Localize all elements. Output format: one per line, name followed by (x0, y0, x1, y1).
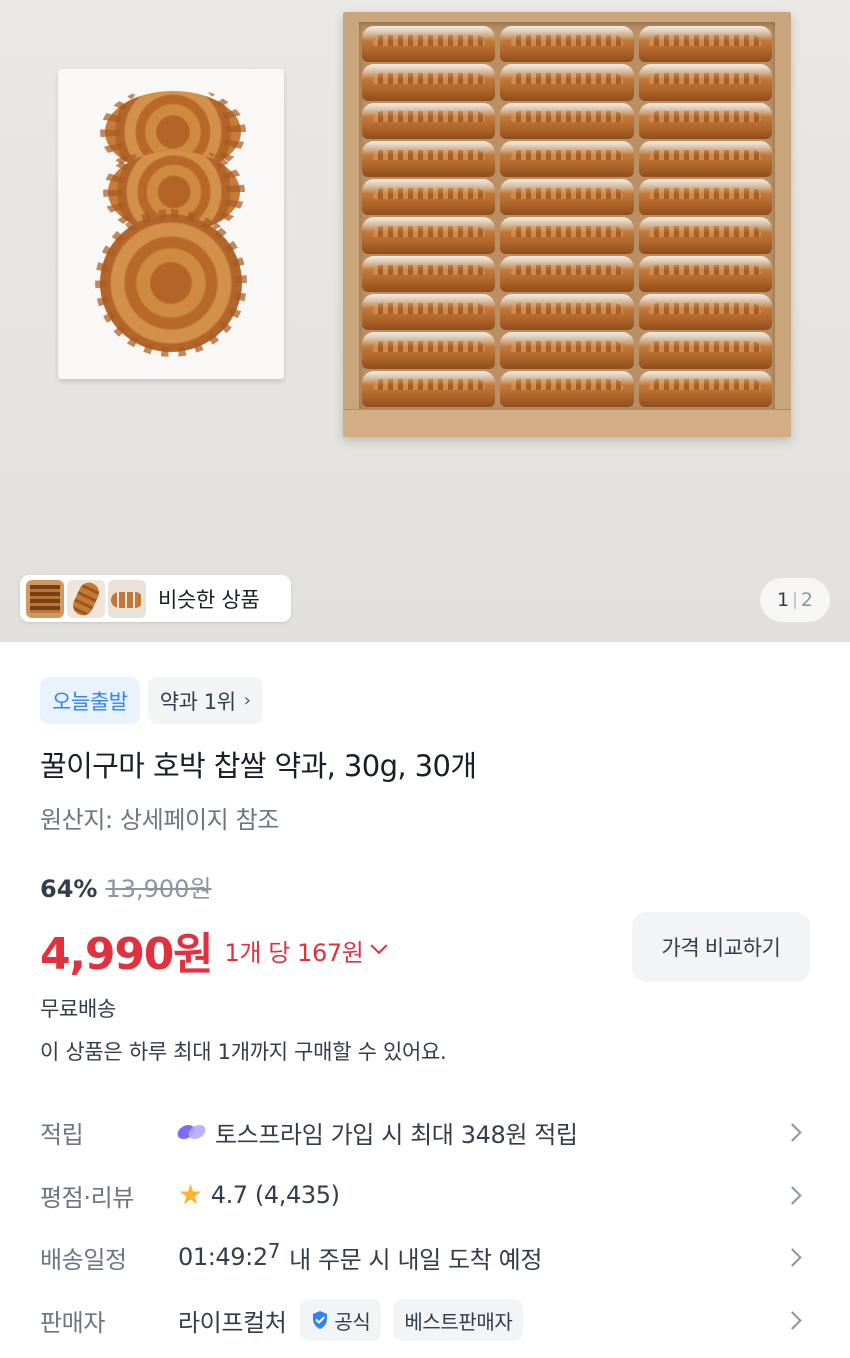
wrapped-yakgwa-pack (500, 102, 634, 139)
wrapped-yakgwa-pack (500, 64, 634, 101)
delivery-countdown: 01:49:2 (178, 1243, 268, 1271)
wrapped-yakgwa-pack (500, 179, 634, 216)
wrapped-yakgwa-pack (500, 217, 634, 254)
wrapped-yakgwa-pack (362, 217, 496, 254)
official-badge: 공식 (300, 1299, 382, 1341)
similar-products-button[interactable]: 비슷한 상품 (20, 575, 291, 622)
star-icon: ★ (178, 1178, 203, 1211)
free-shipping-text: 무료배송 (40, 997, 117, 1021)
product-tags: 오늘출발 약과 1위 › (40, 677, 263, 724)
delivery-row[interactable]: 배송일정 01:49:2 7 내 주문 시 내일 도착 예정 (0, 1229, 850, 1285)
chevron-right-icon: › (243, 690, 251, 711)
chevron-right-icon[interactable] (783, 1122, 802, 1142)
wrapped-yakgwa-pack (500, 26, 634, 63)
wrapped-yakgwa-pack (638, 255, 773, 293)
points-text: 토스프라임 가입 시 최대 348원 적립 (215, 1120, 578, 1149)
rating-row[interactable]: 평점·리뷰 ★ 4.7 (4,435) (0, 1167, 850, 1223)
tag-today-shipping: 오늘출발 (40, 677, 140, 724)
rating-label: 평점·리뷰 (40, 1183, 134, 1212)
image-page-separator: | (792, 590, 798, 610)
rating-value: ★ 4.7 (4,435) (178, 1178, 340, 1211)
tag-label: 오늘출발 (52, 689, 128, 714)
official-badge-label: 공식 (334, 1309, 371, 1334)
delivery-countdown-last-digit: 7 (267, 1239, 281, 1263)
delivery-text: 내 주문 시 내일 도착 예정 (289, 1245, 543, 1274)
sale-price: 4,990원 (40, 929, 214, 980)
wrapped-yakgwa-pack (500, 255, 634, 293)
wrapped-yakgwa-pack (362, 26, 496, 63)
image-page-current: 1 (777, 589, 790, 611)
similar-product-thumbnail (108, 579, 146, 618)
wrapped-yakgwa-pack (638, 332, 773, 369)
chevron-down-icon[interactable] (370, 937, 388, 955)
tag-label: 약과 1위 (159, 689, 236, 714)
tag-category-rank[interactable]: 약과 1위 › (147, 677, 263, 724)
wrapped-yakgwa-pack (362, 294, 496, 331)
wrapped-yakgwa-pack (500, 140, 634, 178)
wrapped-yakgwa-pack (638, 26, 773, 63)
price-row: 4,990원 1개 당 167원 (40, 918, 388, 982)
yakgwa-gift-box-image (343, 12, 791, 437)
wrapped-yakgwa-pack (638, 179, 773, 216)
original-price: 13,900원 (105, 875, 212, 903)
wrapped-yakgwa-pack (638, 102, 773, 139)
purchase-limit-text: 이 상품은 하루 최대 1개까지 구매할 수 있어요. (40, 1040, 447, 1064)
discount-rate: 64% (40, 875, 98, 903)
delivery-value: 01:49:2 7 내 주문 시 내일 도착 예정 (178, 1239, 543, 1275)
points-label: 적립 (40, 1120, 84, 1149)
toss-prime-icon (178, 1122, 206, 1142)
wrapped-yakgwa-pack (362, 102, 496, 139)
image-page-counter: 1 | 2 (760, 578, 830, 622)
points-value: 토스프라임 가입 시 최대 348원 적립 (178, 1115, 578, 1150)
wrapped-yakgwa-pack (638, 294, 773, 331)
wrapped-yakgwa-pack (362, 179, 496, 216)
product-title: 꿀이구마 호박 찹쌀 약과, 30g, 30개 (40, 749, 477, 783)
chevron-right-icon[interactable] (783, 1247, 802, 1267)
delivery-label: 배송일정 (40, 1245, 127, 1274)
seller-value: 라이프컬처 공식 베스트판매자 (178, 1299, 524, 1341)
wrapped-yakgwa-pack (638, 370, 773, 407)
wrapped-yakgwa-pack (362, 332, 496, 369)
similar-product-thumbnail (67, 579, 105, 618)
seller-label: 판매자 (40, 1308, 106, 1337)
points-row[interactable]: 적립 토스프라임 가입 시 최대 348원 적립 (0, 1104, 850, 1160)
unit-price-toggle[interactable]: 1개 당 167원 (224, 933, 363, 968)
chevron-right-icon[interactable] (783, 1185, 802, 1205)
verified-shield-icon (311, 1310, 329, 1330)
wrapped-yakgwa-pack (638, 64, 773, 101)
wrapped-yakgwa-pack (638, 217, 773, 254)
product-origin: 원산지: 상세페이지 참조 (40, 806, 279, 834)
rating-text: 4.7 (4,435) (210, 1181, 340, 1209)
wrapped-yakgwa-pack (362, 140, 496, 178)
seller-row[interactable]: 판매자 라이프컬처 공식 베스트판매자 (0, 1292, 850, 1348)
product-image-carousel[interactable]: 비슷한 상품 1 | 2 (0, 0, 850, 642)
discount-row: 64% 13,900원 (40, 869, 212, 904)
best-seller-badge: 베스트판매자 (393, 1299, 524, 1341)
wrapped-yakgwa-pack (362, 370, 496, 407)
wrapped-yakgwa-pack (362, 255, 496, 293)
chevron-right-icon[interactable] (783, 1310, 802, 1330)
wrapped-yakgwa-pack (362, 64, 496, 101)
similar-product-thumbnail (26, 579, 64, 618)
yakgwa-plate-image (58, 69, 284, 379)
wrapped-yakgwa-pack (500, 332, 634, 369)
wrapped-yakgwa-pack (500, 294, 634, 331)
seller-name: 라이프컬처 (178, 1308, 287, 1337)
wrapped-yakgwa-pack (500, 370, 634, 407)
image-page-total: 2 (800, 589, 813, 611)
similar-products-label: 비슷한 상품 (158, 587, 260, 612)
compare-price-button[interactable]: 가격 비교하기 (632, 912, 810, 982)
wrapped-yakgwa-pack (638, 140, 773, 178)
yakgwa-cookie (100, 214, 242, 352)
